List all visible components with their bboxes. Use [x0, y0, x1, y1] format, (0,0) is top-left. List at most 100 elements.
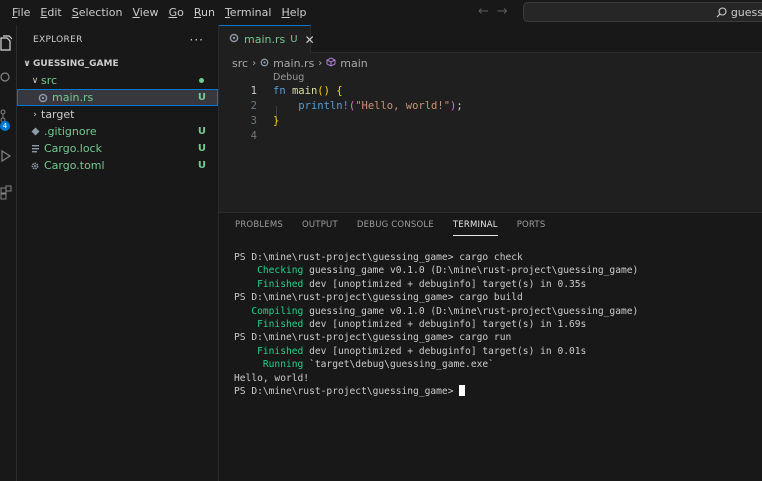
tab-label: main.rs	[244, 33, 286, 46]
rust-file-icon	[260, 57, 269, 70]
editor-area: main.rs U ✕ src › main.rs › main Debug 1…	[219, 25, 762, 212]
tree-item-gitignore[interactable]: .gitignore U	[17, 123, 218, 140]
explorer-header: EXPLORER ···	[17, 25, 218, 55]
terminal-line: Checking guessing_game v0.1.0 (D:\mine\r…	[234, 265, 639, 277]
tab-problems[interactable]: PROBLEMS	[235, 213, 283, 238]
source-control-badge: 4	[0, 121, 10, 131]
tab-output[interactable]: OUTPUT	[302, 213, 338, 238]
terminal-line: Compiling guessing_game v0.1.0 (D:\mine\…	[234, 305, 639, 317]
terminal-line: Finished dev [unoptimized + debuginfo] t…	[234, 345, 587, 357]
line-number: 2	[250, 99, 257, 112]
tab-terminal[interactable]: TERMINAL	[452, 213, 498, 238]
chevron-right-icon: ›	[318, 57, 323, 69]
run-debug-icon[interactable]	[0, 149, 14, 165]
tree-item-label: .gitignore	[44, 125, 97, 138]
breadcrumb: src › main.rs › main	[219, 53, 762, 73]
terminal-line: Hello, world!	[234, 372, 310, 384]
menu-terminal[interactable]: Terminal	[225, 0, 272, 25]
chevron-right-icon: ›	[33, 109, 37, 120]
panel-tabs: PROBLEMS OUTPUT DEBUG CONSOLE TERMINAL P…	[219, 213, 762, 238]
line-text: println!("Hello, world!");	[298, 99, 463, 112]
menu-bar: File Edit Selection View Go Run Terminal…	[0, 0, 317, 25]
git-status-badge: U	[197, 92, 206, 103]
line-text: fn main() {	[273, 84, 343, 97]
tree-item-label: Cargo.toml	[44, 159, 105, 172]
code-line: 3 }	[219, 113, 762, 128]
terminal-line: PS D:\mine\rust-project\guessing_game> c…	[234, 252, 523, 263]
close-icon[interactable]: ✕	[305, 33, 315, 47]
tree-item-cargo-lock[interactable]: Cargo.lock U	[17, 140, 218, 157]
search-text: guess	[730, 5, 762, 19]
navigation-arrows: ← →	[478, 4, 508, 19]
chevron-right-icon: ›	[252, 57, 257, 69]
tree-item-main-rs[interactable]: main.rs U	[17, 89, 218, 106]
tab-ports[interactable]: PORTS	[517, 213, 546, 238]
rust-file-icon	[37, 93, 49, 103]
modified-dot-icon	[199, 78, 204, 83]
tree-item-label: Cargo.lock	[44, 142, 102, 155]
menu-file[interactable]: File	[12, 0, 30, 25]
project-name: GUESSING_GAME	[33, 58, 119, 69]
line-number: 3	[250, 114, 257, 127]
code-line: 4	[219, 128, 762, 143]
terminal-cursor	[459, 384, 466, 396]
search-view-icon[interactable]	[0, 71, 14, 87]
forward-arrow-icon[interactable]: →	[497, 4, 508, 19]
code-editor[interactable]: 1 fn main() { 2 println!("Hello, world!"…	[219, 83, 762, 143]
lock-file-icon	[29, 144, 41, 153]
terminal-line: PS D:\mine\rust-project\guessing_game> c…	[234, 292, 523, 304]
menu-view[interactable]: View	[132, 0, 158, 25]
code-line: 2 println!("Hello, world!");	[219, 98, 762, 121]
line-text: }	[273, 114, 280, 127]
terminal-line: Running `target\debug\guessing_game.exe`	[234, 359, 494, 371]
git-status-badge: U	[197, 126, 206, 137]
breadcrumb-file[interactable]: main.rs	[273, 57, 314, 70]
chevron-down-icon: ∨	[23, 58, 31, 69]
explorer-files-icon[interactable]	[0, 35, 14, 51]
menu-selection[interactable]: Selection	[72, 0, 123, 25]
rust-file-icon	[229, 33, 239, 46]
tree-item-label: main.rs	[52, 91, 94, 104]
tree-item-cargo-toml[interactable]: Cargo.toml U	[17, 157, 218, 174]
chevron-down-icon: ∨	[31, 75, 39, 86]
git-status-badge: U	[197, 143, 206, 154]
tab-debug-console[interactable]: DEBUG CONSOLE	[357, 213, 434, 238]
terminal-prompt-line: PS D:\mine\rust-project\guessing_game>	[234, 384, 638, 398]
extensions-icon[interactable]	[0, 185, 14, 201]
cube-symbol-icon	[326, 56, 336, 70]
code-line: 1 fn main() {	[219, 83, 762, 98]
activity-bar: 4	[0, 25, 17, 481]
breadcrumb-symbol[interactable]: main	[340, 57, 367, 70]
menu-run[interactable]: Run	[194, 0, 215, 25]
title-bar: File Edit Selection View Go Run Terminal…	[0, 0, 762, 25]
menu-help[interactable]: Help	[281, 0, 306, 25]
terminal-line: Finished dev [unoptimized + debuginfo] t…	[234, 318, 587, 330]
git-status-badge: U	[197, 160, 206, 171]
tree-item-label: target	[41, 108, 75, 121]
terminal-line: PS D:\mine\rust-project\guessing_game> c…	[234, 332, 512, 344]
terminal[interactable]: PS D:\mine\rust-project\guessing_game> c…	[234, 251, 638, 398]
line-number: 1	[250, 84, 257, 97]
project-folder-header[interactable]: ∨ GUESSING_GAME	[17, 55, 218, 72]
menu-go[interactable]: Go	[169, 0, 184, 25]
explorer-sidebar: EXPLORER ··· ∨ GUESSING_GAME ∨ src main.…	[17, 25, 219, 481]
editor-tabs: main.rs U ✕	[219, 25, 762, 53]
breadcrumb-src[interactable]: src	[232, 57, 248, 70]
search-icon	[716, 6, 727, 18]
debug-codelens[interactable]: Debug	[273, 72, 304, 83]
back-arrow-icon[interactable]: ←	[478, 4, 489, 19]
explorer-title: EXPLORER	[33, 35, 83, 45]
menu-edit[interactable]: Edit	[40, 0, 61, 25]
more-actions-icon[interactable]: ···	[190, 33, 204, 47]
gear-icon	[29, 161, 41, 171]
terminal-line: Finished dev [unoptimized + debuginfo] t…	[234, 278, 587, 290]
line-number: 4	[250, 129, 257, 142]
tree-item-target[interactable]: › target	[17, 106, 218, 123]
bottom-panel: PROBLEMS OUTPUT DEBUG CONSOLE TERMINAL P…	[219, 212, 762, 481]
tree-item-label: src	[41, 74, 58, 87]
gitignore-file-icon	[29, 127, 41, 136]
tab-git-status: U	[290, 34, 298, 45]
command-center-search[interactable]: guess	[523, 2, 762, 22]
tab-main-rs[interactable]: main.rs U ✕	[219, 25, 315, 53]
tree-item-src[interactable]: ∨ src	[17, 72, 218, 89]
